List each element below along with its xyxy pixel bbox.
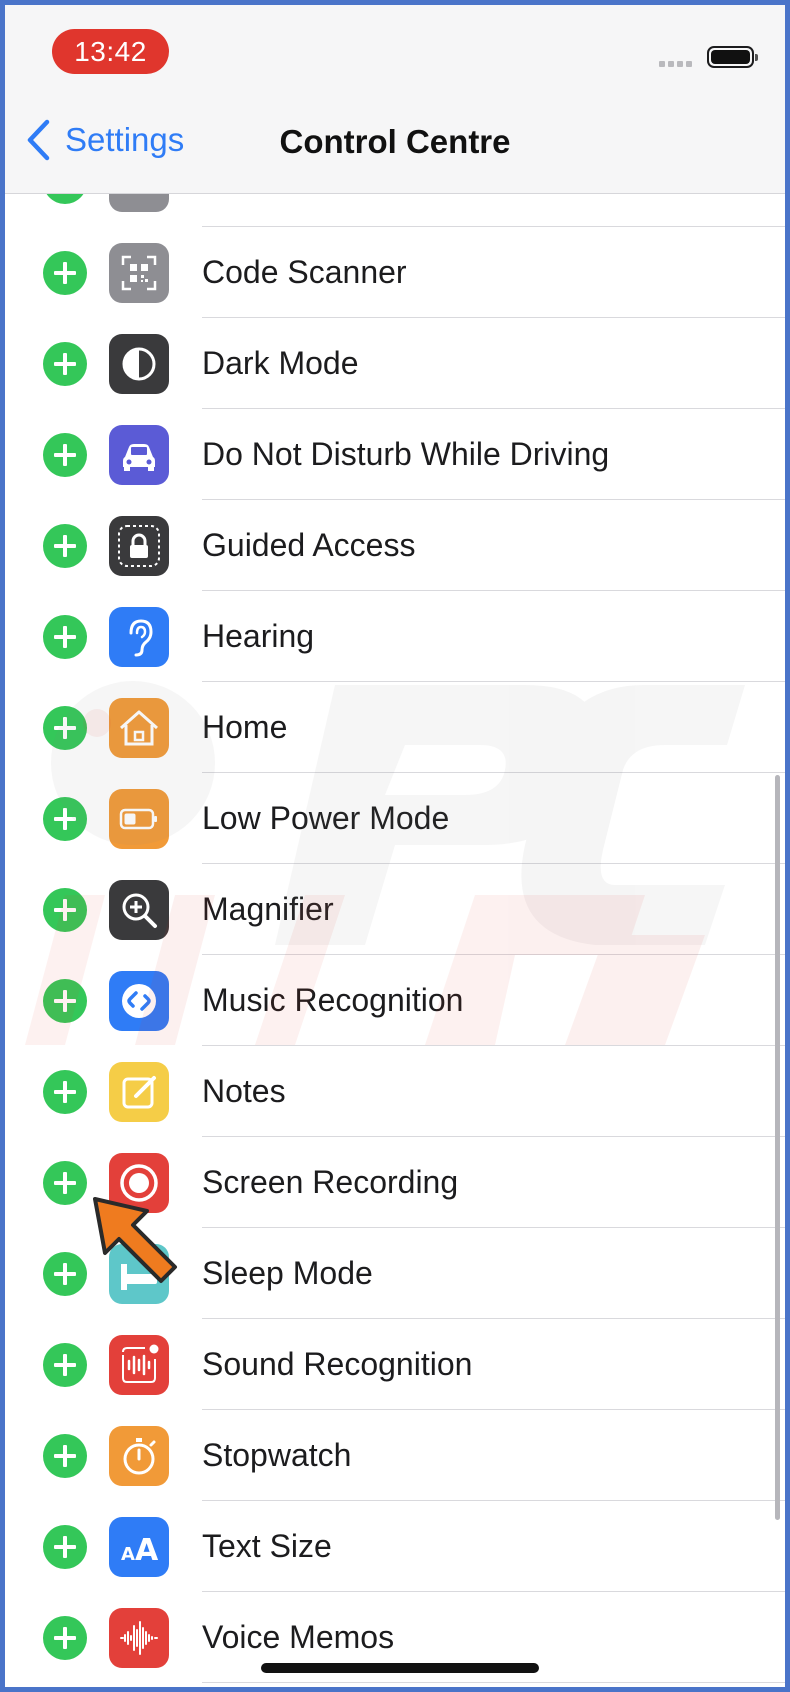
list-item-label: Sound Recognition xyxy=(202,1346,473,1382)
scroll-indicator[interactable] xyxy=(775,775,780,1520)
add-control-button[interactable] xyxy=(43,1252,87,1296)
list-item-label: Do Not Disturb While Driving xyxy=(202,436,610,472)
add-control-button[interactable] xyxy=(43,1070,87,1114)
list-item[interactable]: Low Power Mode xyxy=(5,773,785,864)
list-item[interactable]: Hearing xyxy=(5,591,785,682)
list-item[interactable]: A A Text Size xyxy=(5,1501,785,1592)
signal-icon xyxy=(659,61,695,69)
add-control-button[interactable] xyxy=(43,1434,87,1478)
list-item-label: Screen Recording xyxy=(202,1164,459,1200)
house-icon xyxy=(109,698,169,758)
phone-screen: Code Scanner Dark Mode Do Not Disturb Whil… xyxy=(0,0,790,1692)
qr-code-icon xyxy=(109,243,169,303)
list-item[interactable]: Music Recognition xyxy=(5,955,785,1046)
list-item-label: Low Power Mode xyxy=(202,800,450,836)
list-item-label: Notes xyxy=(202,1073,286,1109)
list-item[interactable]: Code Scanner xyxy=(5,227,785,318)
list-item-label: Hearing xyxy=(202,618,315,654)
ear-icon xyxy=(109,607,169,667)
add-control-button[interactable] xyxy=(43,615,87,659)
navigation-bar: Settings Control Centre xyxy=(5,95,785,194)
text-size-icon: AA xyxy=(109,1517,169,1577)
add-control-button[interactable] xyxy=(43,524,87,568)
add-control-button[interactable] xyxy=(43,433,87,477)
list-item-label: Guided Access xyxy=(202,527,416,563)
list-item-label: Code Scanner xyxy=(202,254,407,290)
battery-icon xyxy=(707,46,758,68)
car-icon xyxy=(109,425,169,485)
page-title: Control Centre xyxy=(279,123,511,160)
voice-memo-icon xyxy=(109,1608,169,1668)
shazam-icon xyxy=(109,971,169,1031)
dark-mode-icon xyxy=(109,334,169,394)
list-item[interactable]: Do Not Disturb While Driving xyxy=(5,409,785,500)
list-item[interactable]: Stopwatch xyxy=(5,1410,785,1501)
row-separator xyxy=(202,1682,785,1683)
list-item-label: Magnifier xyxy=(202,891,334,927)
add-control-button[interactable] xyxy=(43,797,87,841)
list-item-label: Home xyxy=(202,709,288,745)
waveform-icon xyxy=(109,1335,169,1395)
status-time: 13:42 xyxy=(52,29,169,74)
list-item[interactable]: Magnifier xyxy=(5,864,785,955)
svg-text:A: A xyxy=(135,1533,159,1568)
list-item[interactable]: Sound Recognition xyxy=(5,1319,785,1410)
list-item[interactable]: Notes xyxy=(5,1046,785,1137)
add-control-button[interactable] xyxy=(43,1525,87,1569)
add-control-button[interactable] xyxy=(43,979,87,1023)
list-item-label: Text Size xyxy=(202,1528,332,1564)
list-item-label: Dark Mode xyxy=(202,345,359,381)
list-item[interactable]: Dark Mode xyxy=(5,318,785,409)
add-control-button[interactable] xyxy=(43,251,87,295)
lock-icon xyxy=(109,516,169,576)
home-indicator[interactable] xyxy=(261,1663,539,1673)
add-control-button[interactable] xyxy=(43,342,87,386)
add-control-button[interactable] xyxy=(43,1161,87,1205)
list-item[interactable]: Guided Access xyxy=(5,500,785,591)
add-control-button[interactable] xyxy=(43,706,87,750)
add-control-button[interactable] xyxy=(43,1616,87,1660)
list-item-label: Music Recognition xyxy=(202,982,464,1018)
list-item-label: Sleep Mode xyxy=(202,1255,373,1291)
magnifier-icon xyxy=(109,880,169,940)
add-control-button[interactable] xyxy=(43,888,87,932)
list-item-label: Stopwatch xyxy=(202,1437,352,1473)
battery-icon xyxy=(109,789,169,849)
add-control-button[interactable] xyxy=(43,1343,87,1387)
list-item[interactable]: Home xyxy=(5,682,785,773)
stopwatch-icon xyxy=(109,1426,169,1486)
note-icon xyxy=(109,1062,169,1122)
svg-text:A: A xyxy=(121,1544,135,1565)
status-bar: 13:42 xyxy=(5,5,785,95)
pointer-arrow-icon xyxy=(93,1197,177,1283)
